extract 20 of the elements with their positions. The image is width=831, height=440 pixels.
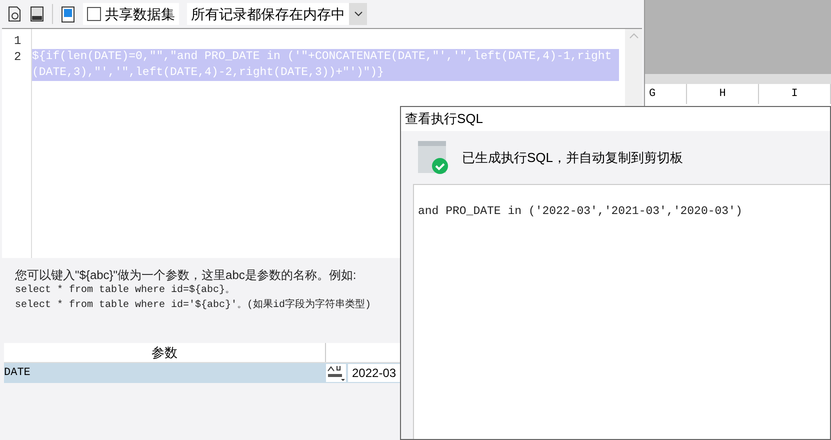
- success-icon: [418, 141, 450, 174]
- sql-icon[interactable]: [30, 6, 44, 22]
- document-icon[interactable]: [61, 6, 75, 22]
- chevron-down-icon: [354, 11, 362, 17]
- share-dataset-checkbox[interactable]: 共享数据集: [83, 3, 179, 25]
- sql-text-area: and PRO_DATE in ('2022-03','2021-03','2020-03'): [413, 184, 830, 439]
- param-row[interactable]: DATE 2022-03: [4, 363, 402, 383]
- storage-dropdown[interactable]: 所有记录都保存在内存中: [187, 3, 367, 25]
- line-number: 2: [13, 49, 22, 65]
- help-text: 您可以键入"${abc}"做为一个参数，这里abc是参数的名称。例如:: [15, 268, 358, 283]
- preview-icon[interactable]: [8, 6, 22, 22]
- param-name: DATE: [4, 366, 32, 381]
- dialog-title: 查看执行SQL: [401, 107, 830, 131]
- column-header: 参数: [4, 343, 326, 362]
- string-type-icon[interactable]: [326, 364, 346, 382]
- help-text: select * from table where id='${abc}'。(如果id字段为字符串类型): [15, 298, 372, 313]
- help-text: select * from table where id=${abc}。: [15, 284, 236, 298]
- line-number: 1: [13, 33, 22, 49]
- dialog-message: 已生成执行SQL，并自动复制到剪切板: [462, 148, 684, 167]
- param-value[interactable]: 2022-03: [348, 364, 402, 382]
